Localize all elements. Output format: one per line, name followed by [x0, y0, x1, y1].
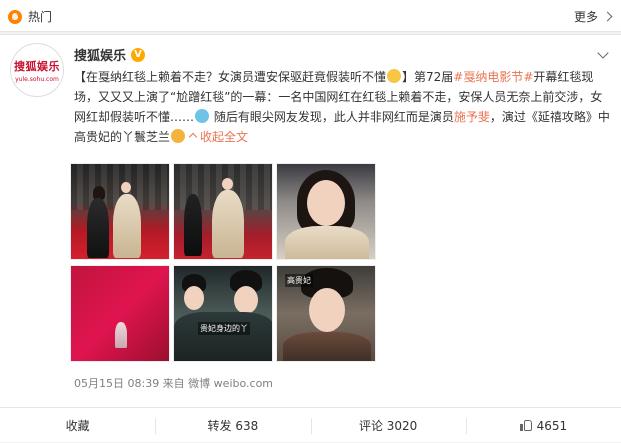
repost-label: 转发 638 [207, 419, 259, 433]
post-text-part: 随后有眼尖网友发现，此人并非网红而是演员 [210, 110, 454, 124]
photo-figure [184, 194, 202, 256]
emoji-icon [195, 109, 210, 123]
user-name[interactable]: 搜狐娱乐 [74, 45, 126, 64]
favorite-button[interactable]: 收藏 [0, 408, 155, 443]
mention-link[interactable]: 施予斐 [454, 110, 490, 124]
photo-caption: 高贵妃 [285, 274, 313, 287]
emoji-icon [387, 69, 402, 83]
more-link[interactable]: 更多 [573, 8, 613, 25]
photo-figure [285, 226, 369, 259]
avatar-logo-text: 搜狐娱乐 [14, 59, 60, 73]
collapse-label: 收起全文 [200, 130, 249, 144]
photo-figure [307, 180, 345, 226]
post-text-part: 【在戛纳红毯上赖着不走？女演员遭安保驱赶竟假装听不懂 [74, 70, 387, 84]
favorite-label: 收藏 [65, 419, 90, 433]
photo-figure [283, 332, 371, 361]
action-bar: 收藏 转发 638 评论 3020 4651 [0, 407, 621, 443]
user-name-row: 搜狐娱乐 V [74, 45, 146, 64]
photo-thumbnail[interactable] [70, 163, 170, 260]
photo-figure [234, 286, 258, 314]
thumbs-up-icon [519, 420, 532, 431]
collapse-text-link[interactable]: 收起全文 [188, 130, 249, 144]
post-text-part: 】第72届 [402, 70, 454, 84]
photo-thumbnail[interactable] [276, 163, 376, 260]
chevron-up-icon [188, 132, 198, 142]
photo-figure [115, 322, 127, 348]
photo-figure [87, 198, 109, 258]
photo-figure [309, 288, 345, 332]
hot-section-header: 热门 [8, 8, 52, 25]
hashtag-link[interactable]: #戛纳电影节# [453, 70, 533, 84]
avatar[interactable]: 搜狐娱乐 yule.sohu.com [10, 43, 64, 97]
photo-figure [222, 178, 233, 190]
repost-button[interactable]: 转发 638 [155, 408, 310, 443]
more-label: 更多 [573, 10, 598, 24]
comment-button[interactable]: 评论 3020 [310, 408, 466, 443]
weibo-post-card: 搜狐娱乐 yule.sohu.com 搜狐娱乐 V 【在戛纳红毯上赖着不走？女演… [0, 34, 621, 442]
avatar-logo-url: yule.sohu.com [15, 75, 59, 83]
photo-figure [121, 182, 131, 193]
like-count: 4651 [536, 418, 568, 433]
post-text: 【在戛纳红毯上赖着不走？女演员遭安保驱赶竟假装听不懂 】第72届#戛纳电影节#开幕… [74, 67, 610, 147]
emoji-icon [171, 129, 186, 143]
comment-label: 评论 3020 [358, 419, 418, 433]
top-bar: 热门 更多 [0, 0, 621, 32]
photo-thumbnail[interactable] [70, 265, 170, 362]
photo-thumbnail[interactable] [173, 163, 273, 260]
like-button[interactable]: 4651 [465, 408, 621, 443]
verified-icon: V [131, 47, 146, 62]
section-title: 热门 [28, 10, 53, 24]
photo-figure [174, 312, 272, 361]
photo-thumbnail[interactable]: 高贵妃 [276, 265, 376, 362]
photo-caption: 贵妃身边的丫 [198, 322, 250, 335]
photo-figure [212, 190, 244, 258]
chevron-down-icon[interactable] [597, 47, 609, 59]
photo-figure [184, 286, 204, 310]
fire-icon [8, 9, 22, 24]
post-meta: 05月15日 08:39 来自 微博 weibo.com [74, 377, 274, 390]
photo-figure [113, 194, 141, 258]
photo-thumbnail[interactable]: 贵妃身边的丫 [173, 265, 273, 362]
chevron-right-icon [602, 11, 613, 22]
